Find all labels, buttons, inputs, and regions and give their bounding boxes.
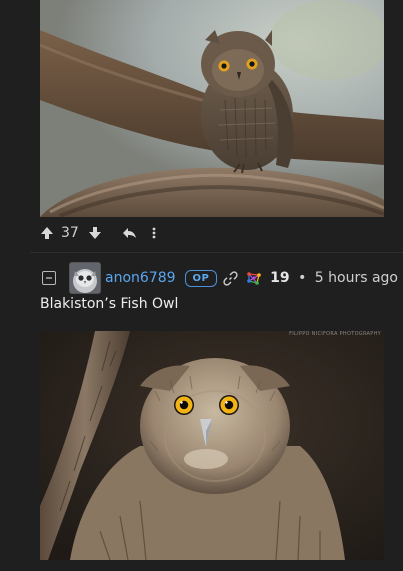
reply-icon[interactable] (122, 226, 137, 240)
comment-meta: 19 • 5 hours ago (270, 270, 398, 286)
comment-header: anon6789 OP 19 • 5 hours ago (42, 262, 398, 294)
collapse-button[interactable] (42, 271, 56, 285)
post-image-scops-owl[interactable] (40, 0, 384, 217)
divider (30, 252, 403, 253)
post-score: 37 (61, 225, 79, 241)
comment-thread: 37 anon6789 OP 19 • 5 hours ago Blakisto… (0, 0, 403, 571)
avatar[interactable] (69, 262, 101, 294)
minus-icon (46, 277, 52, 279)
more-options-icon[interactable] (151, 226, 157, 240)
link-icon[interactable] (223, 270, 238, 286)
comment-body: Blakiston’s Fish Owl (40, 296, 179, 312)
comment-image-fish-owl[interactable]: FILIPPO NICIFORA PHOTOGRAPHY (40, 331, 384, 560)
upvote-icon[interactable] (40, 226, 54, 240)
fediverse-icon[interactable] (246, 270, 262, 286)
separator-dot: • (298, 270, 307, 286)
comment-score: 19 (270, 270, 290, 286)
post-action-bar: 37 (40, 222, 240, 244)
timestamp[interactable]: 5 hours ago (315, 270, 398, 286)
username-link[interactable]: anon6789 (105, 270, 176, 286)
downvote-icon[interactable] (88, 226, 102, 240)
image-watermark: FILIPPO NICIFORA PHOTOGRAPHY (289, 331, 381, 337)
op-badge: OP (184, 269, 218, 287)
